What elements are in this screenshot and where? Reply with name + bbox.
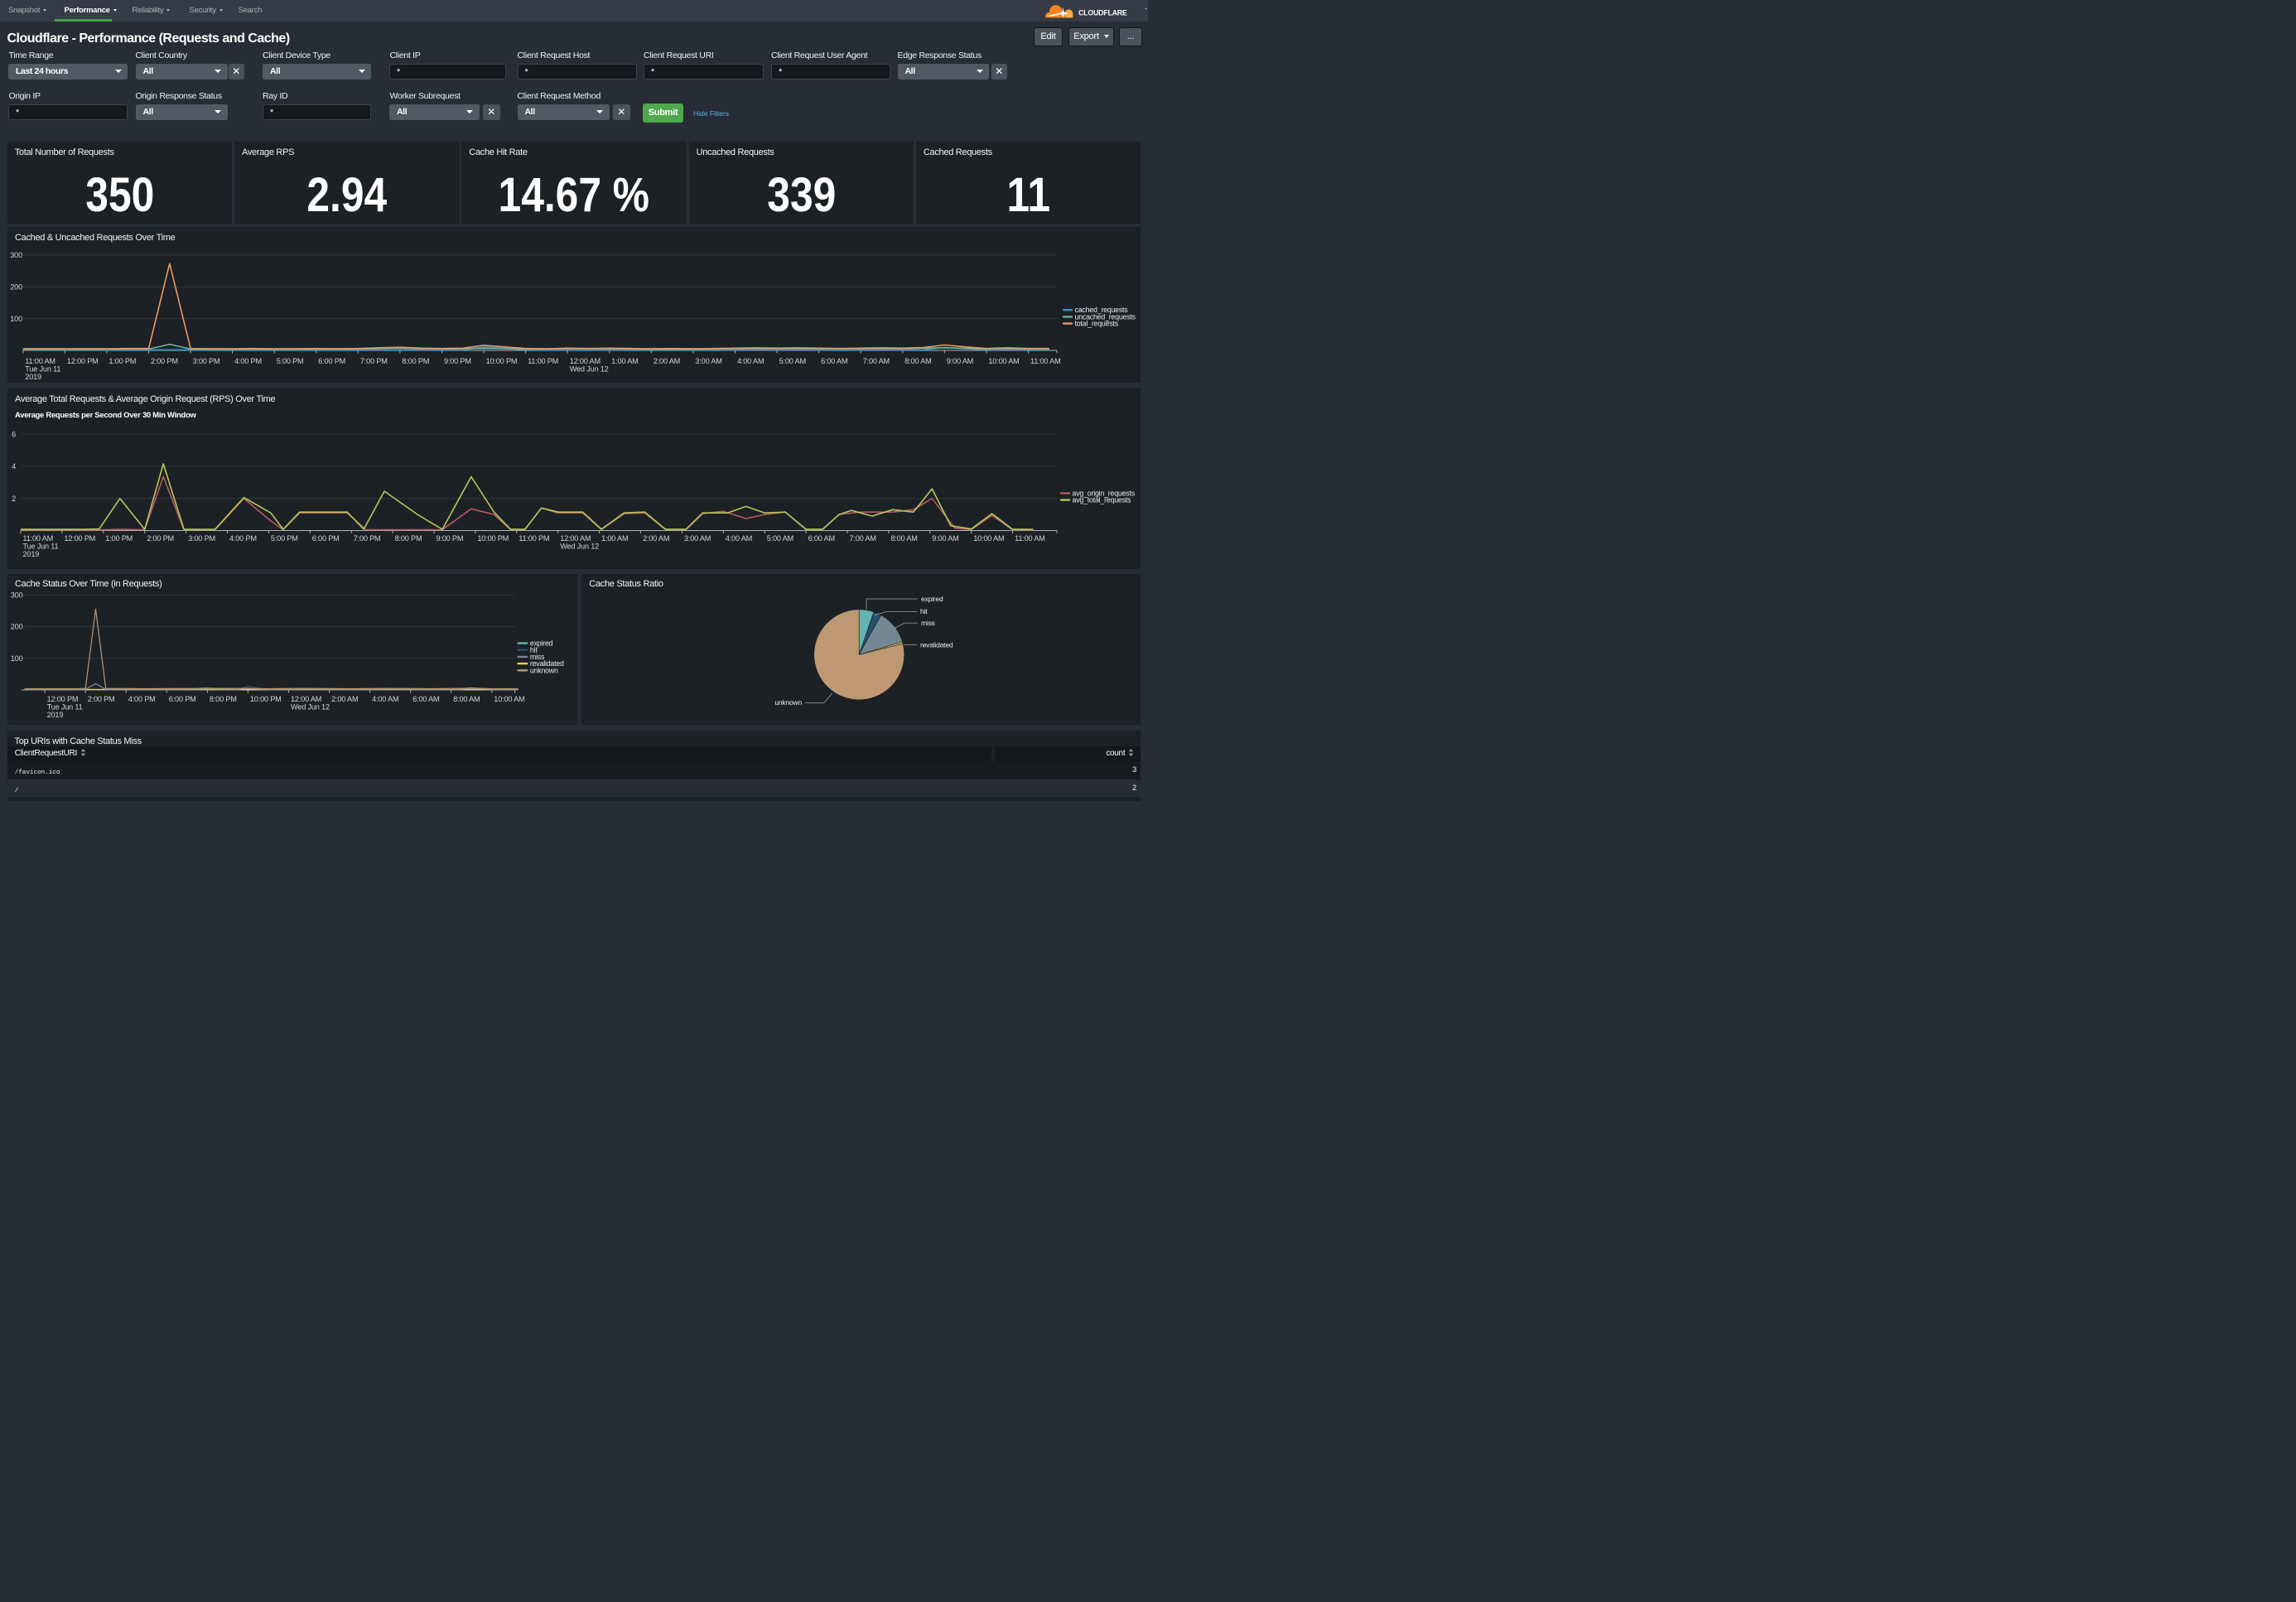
svg-text:6:00 PM: 6:00 PM [312,534,340,543]
svg-text:unknown: unknown [774,698,802,707]
svg-text:100: 100 [11,654,23,663]
svg-text:8:00 PM: 8:00 PM [210,695,237,703]
svg-text:11:00 PM: 11:00 PM [519,534,549,543]
svg-text:6:00 AM: 6:00 AM [412,695,439,703]
svg-text:expired: expired [921,595,943,603]
svg-text:7:00 PM: 7:00 PM [360,357,388,365]
svg-text:4:00 PM: 4:00 PM [229,534,257,543]
svg-text:7:00 AM: 7:00 AM [850,534,876,543]
svg-text:12:00 PM: 12:00 PM [47,695,79,703]
svg-text:11:00 AM: 11:00 AM [25,357,55,365]
svg-text:2019: 2019 [47,711,64,719]
svg-text:300: 300 [10,251,22,259]
svg-text:4:00 AM: 4:00 AM [372,695,398,703]
svg-text:1:00 AM: 1:00 AM [611,357,638,365]
svg-text:Wed Jun 12: Wed Jun 12 [570,365,609,374]
svg-text:9:00 PM: 9:00 PM [444,357,471,365]
svg-text:2: 2 [12,495,16,503]
svg-text:100: 100 [10,315,22,323]
svg-text:200: 200 [10,282,22,291]
svg-text:Tue Jun 11: Tue Jun 11 [23,543,59,551]
svg-text:Tue Jun 11: Tue Jun 11 [47,703,83,712]
svg-text:6:00 AM: 6:00 AM [821,357,847,365]
svg-text:11:00 PM: 11:00 PM [528,357,558,365]
svg-text:6:00 PM: 6:00 PM [318,357,345,365]
svg-text:1:00 PM: 1:00 PM [109,357,136,365]
svg-text:10:00 PM: 10:00 PM [486,357,518,365]
svg-text:Wed Jun 12: Wed Jun 12 [560,543,599,551]
svg-text:12:00 PM: 12:00 PM [64,534,95,543]
svg-text:11:00 AM: 11:00 AM [1030,357,1061,365]
svg-text:8:00 AM: 8:00 AM [890,534,917,543]
svg-text:9:00 PM: 9:00 PM [437,534,464,543]
svg-text:2:00 AM: 2:00 AM [331,695,358,703]
svg-text:Wed Jun 12: Wed Jun 12 [291,703,330,712]
svg-text:6:00 AM: 6:00 AM [808,534,835,543]
svg-text:6: 6 [12,430,16,438]
svg-text:300: 300 [11,591,23,599]
svg-text:4: 4 [12,462,16,470]
svg-text:12:00 PM: 12:00 PM [67,357,99,365]
svg-text:total_requests: total_requests [1075,320,1119,328]
svg-text:200: 200 [11,623,23,631]
svg-text:11:00 AM: 11:00 AM [23,534,54,543]
svg-text:1:00 AM: 1:00 AM [601,534,628,543]
svg-text:3:00 PM: 3:00 PM [188,534,215,543]
svg-text:2019: 2019 [23,550,40,558]
svg-text:6:00 PM: 6:00 PM [169,695,196,703]
svg-text:5:00 AM: 5:00 AM [767,534,793,543]
svg-text:12:00 AM: 12:00 AM [560,534,591,543]
svg-text:2019: 2019 [25,373,41,381]
svg-text:12:00 AM: 12:00 AM [291,695,321,703]
svg-text:2:00 PM: 2:00 PM [147,534,174,543]
svg-text:3:00 AM: 3:00 AM [695,357,721,365]
svg-text:1:00 PM: 1:00 PM [105,534,133,543]
svg-text:10:00 AM: 10:00 AM [988,357,1019,365]
svg-text:11:00 AM: 11:00 AM [1015,534,1045,543]
svg-text:4:00 AM: 4:00 AM [726,534,752,543]
svg-text:hit: hit [920,607,928,615]
svg-text:2:00 AM: 2:00 AM [654,357,680,365]
svg-text:Tue Jun 11: Tue Jun 11 [25,365,60,374]
svg-text:unknown: unknown [530,666,558,674]
svg-text:4:00 PM: 4:00 PM [128,695,156,703]
svg-text:2:00 AM: 2:00 AM [643,534,669,543]
svg-text:12:00 AM: 12:00 AM [570,357,601,365]
svg-text:3:00 AM: 3:00 AM [684,534,711,543]
svg-text:10:00 AM: 10:00 AM [973,534,1004,543]
svg-text:miss: miss [921,619,935,627]
svg-text:3:00 PM: 3:00 PM [193,357,220,365]
svg-text:2:00 PM: 2:00 PM [151,357,178,365]
svg-text:2:00 PM: 2:00 PM [88,695,115,703]
svg-text:10:00 PM: 10:00 PM [250,695,282,703]
svg-text:5:00 PM: 5:00 PM [271,534,298,543]
svg-text:4:00 AM: 4:00 AM [737,357,764,365]
svg-text:7:00 PM: 7:00 PM [354,534,381,543]
svg-text:8:00 PM: 8:00 PM [402,357,429,365]
svg-text:8:00 AM: 8:00 AM [904,357,931,365]
svg-text:5:00 AM: 5:00 AM [779,357,806,365]
svg-text:5:00 PM: 5:00 PM [277,357,304,365]
svg-text:revalidated: revalidated [920,640,953,649]
svg-text:avg_total_requests: avg_total_requests [1073,496,1132,504]
svg-text:8:00 PM: 8:00 PM [395,534,422,543]
svg-text:9:00 AM: 9:00 AM [947,357,973,365]
svg-text:4:00 PM: 4:00 PM [234,357,262,365]
svg-text:8:00 AM: 8:00 AM [453,695,480,703]
svg-text:7:00 AM: 7:00 AM [863,357,890,365]
svg-text:9:00 AM: 9:00 AM [932,534,958,543]
svg-text:10:00 PM: 10:00 PM [477,534,509,543]
svg-text:10:00 AM: 10:00 AM [494,695,524,703]
